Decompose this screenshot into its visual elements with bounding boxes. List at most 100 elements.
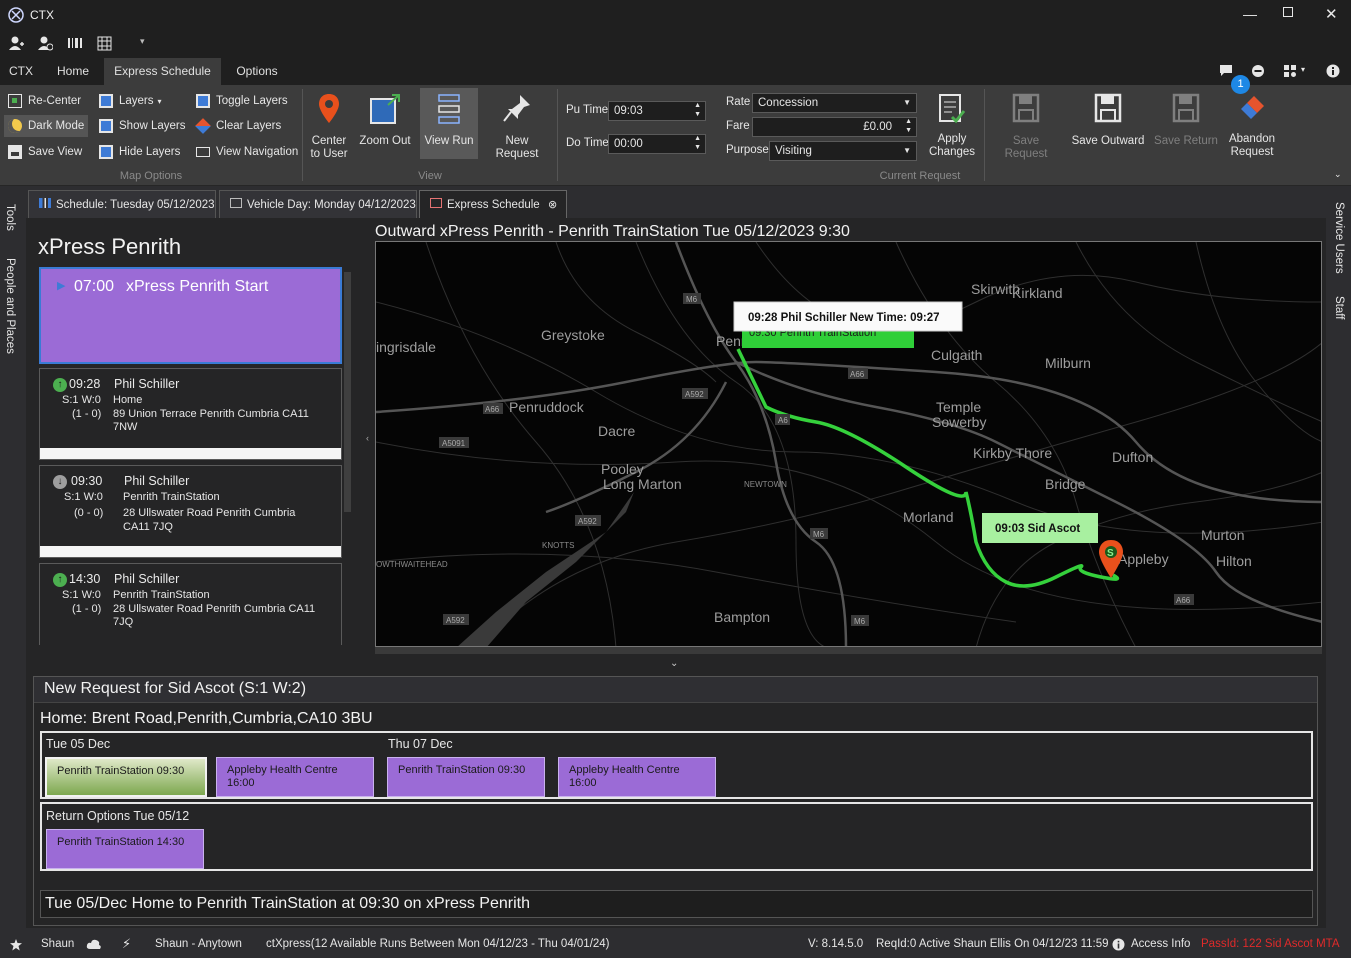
sid-ascot-pin-icon[interactable]: S [1099,540,1123,578]
show-layers-icon [99,118,113,133]
tab-express-schedule[interactable]: Express Schedule [104,58,221,85]
purpose-select[interactable]: Visiting ▼ [769,141,917,161]
layout-dropdown-icon[interactable]: ▾ [1301,65,1305,74]
purpose-dropdown-icon[interactable]: ▼ [903,142,911,160]
tab-express-schedule-doc[interactable]: Express Schedule ⊗ [419,190,567,218]
star-icon[interactable] [10,939,22,951]
map-scrollbar[interactable] [375,647,1322,654]
customize-qat-icon[interactable]: ▾ [140,36,145,47]
fare-spinner-icon[interactable]: ▲ ▼ [905,117,912,135]
tab-options[interactable]: Options [228,58,286,85]
save-return-button[interactable]: Save Return [1152,93,1220,148]
run-start-card[interactable]: ▶ 07:00 xPress Penrith Start [39,267,342,364]
express-icon [430,198,442,208]
outward-options: Tue 05 Dec Thu 07 Dec Penrith TrainStati… [40,731,1313,799]
tab-schedule[interactable]: Schedule: Tuesday 05/12/2023 [28,190,216,218]
dark-mode-button[interactable]: Dark Mode [4,115,88,137]
save-view-button[interactable]: Save View [8,141,82,163]
place-label: Long Marton [603,476,682,492]
hide-layers-button[interactable]: Hide Layers [99,141,180,163]
close-tab-icon[interactable]: ⊗ [548,191,557,219]
save-request-button[interactable]: Save Request [990,93,1062,161]
minimize-icon[interactable]: — [1243,6,1257,22]
user-add-icon[interactable] [8,35,24,51]
user-info-icon[interactable] [37,35,53,51]
tab-vehicle-day[interactable]: Vehicle Day: Monday 04/12/2023 [219,190,417,218]
road-label: M6 [813,530,825,539]
people-places-panel-tab[interactable]: People and Places [4,258,16,354]
collapse-left-icon[interactable]: ‹ [366,433,369,443]
fare-input[interactable]: £0.00 ▲ ▼ [752,117,917,137]
barcode-icon[interactable] [67,36,83,50]
status-access-info[interactable]: Access Info [1131,938,1190,950]
minus-circle-icon[interactable] [1251,64,1265,78]
cloud-sync-icon[interactable] [86,938,102,951]
access-info-icon[interactable] [1112,938,1125,951]
pu-time-spinner-icon[interactable]: ▲ ▼ [694,101,701,119]
layout-settings-icon[interactable] [1283,64,1297,78]
new-request-panel: New Request for Sid Ascot (S:1 W:2) Home… [33,676,1318,926]
tools-panel-tab[interactable]: Tools [4,204,16,231]
ribbon: Re-Center Dark Mode Save View Layers ▾ Sh… [0,85,1351,186]
toggle-layers-button[interactable]: Toggle Layers [196,90,288,112]
info-icon[interactable] [1326,64,1340,78]
new-request-button[interactable]: New Request [483,93,551,161]
day-label: Tue 05 Dec [46,737,111,751]
tab-ctx[interactable]: CTX [0,58,42,85]
collapse-down-icon[interactable]: ⌄ [670,658,678,669]
do-time-spinner-icon[interactable]: ▲ ▼ [694,134,701,152]
stop-card[interactable]: ↑ 14:30 Phil Schiller S:1 W:0 Penrith Tr… [39,563,342,645]
abandon-request-button[interactable]: Abandon Request [1226,93,1278,159]
staff-panel-tab[interactable]: Staff [1333,296,1345,319]
save-request-icon [1012,93,1040,123]
layers-button[interactable]: Layers ▾ [99,90,162,112]
pu-time-input[interactable]: 09:03 ▲ ▼ [608,101,706,121]
return-options: Return Options Tue 05/12 Penrith TrainSt… [40,802,1313,871]
do-time-input[interactable]: 00:00 ▲ ▼ [608,134,706,154]
expand-arrow-icon[interactable]: ▶ [57,279,65,292]
rate-dropdown-icon[interactable]: ▼ [903,94,911,112]
stop-card[interactable]: ↑ 09:28 Phil Schiller S:1 W:0 Home (1 - … [39,368,342,460]
ctx-logo-icon [8,7,24,23]
outward-option[interactable]: Appleby Health Centre 16:00 [216,757,374,797]
outward-option[interactable]: Penrith TrainStation 09:30 [387,757,545,797]
zoom-out-button[interactable]: Zoom Out [356,93,414,148]
map-tooltip-2: 09:03 Sid Ascot [995,523,1080,535]
outward-option[interactable]: Appleby Health Centre 16:00 [558,757,716,797]
status-user: Shaun [41,938,75,950]
tab-home[interactable]: Home [49,58,97,85]
quick-access-toolbar: ▾ [0,30,1351,58]
show-layers-button[interactable]: Show Layers [99,115,185,137]
ribbon-collapse-icon[interactable]: ⌄ [1334,169,1342,180]
map-view[interactable]: Skirwith Kirkland Greystoke ingrisdale C… [375,241,1322,647]
title-bar: CTX — ✕ [0,0,1351,30]
grid-icon[interactable] [97,36,112,51]
place-label: Greystoke [541,327,605,343]
view-run-button[interactable]: View Run [420,88,478,159]
outward-option-selected[interactable]: Penrith TrainStation 09:30 [45,757,207,797]
place-label: Temple [936,399,981,415]
view-navigation-button[interactable]: View Navigation [196,141,298,163]
save-outward-button[interactable]: Save Outward [1070,93,1146,148]
recenter-button[interactable]: Re-Center [8,90,81,112]
chat-icon[interactable] [1219,64,1233,77]
map-canvas[interactable]: Skirwith Kirkland Greystoke ingrisdale C… [376,242,1322,647]
rate-select[interactable]: Concession ▼ [752,93,917,113]
pickup-arrow-icon: ↑ [53,378,67,392]
road-label: A592 [578,517,597,526]
close-icon[interactable]: ✕ [1325,5,1338,23]
schedule-icon [39,198,51,208]
clear-layers-button[interactable]: Clear Layers [195,115,281,137]
pushpin-icon [503,95,530,122]
notification-badge[interactable]: 1 [1231,75,1250,94]
stop-card[interactable]: ↓ 09:30 Phil Schiller S:1 W:0 Penrith Tr… [39,465,342,558]
return-option[interactable]: Penrith TrainStation 14:30 [46,829,204,869]
run-list-scrollbar[interactable] [344,272,351,512]
maximize-icon[interactable] [1283,7,1293,17]
lightning-icon[interactable]: ⚡ [122,936,131,952]
layers-icon [99,93,113,108]
center-to-user-button[interactable]: Center to User [308,93,350,161]
ribbon-tab-row: CTX Home Express Schedule Options ▾ [0,58,1351,85]
service-users-panel-tab[interactable]: Service Users [1333,202,1345,274]
apply-changes-button[interactable]: Apply Changes [926,93,978,159]
